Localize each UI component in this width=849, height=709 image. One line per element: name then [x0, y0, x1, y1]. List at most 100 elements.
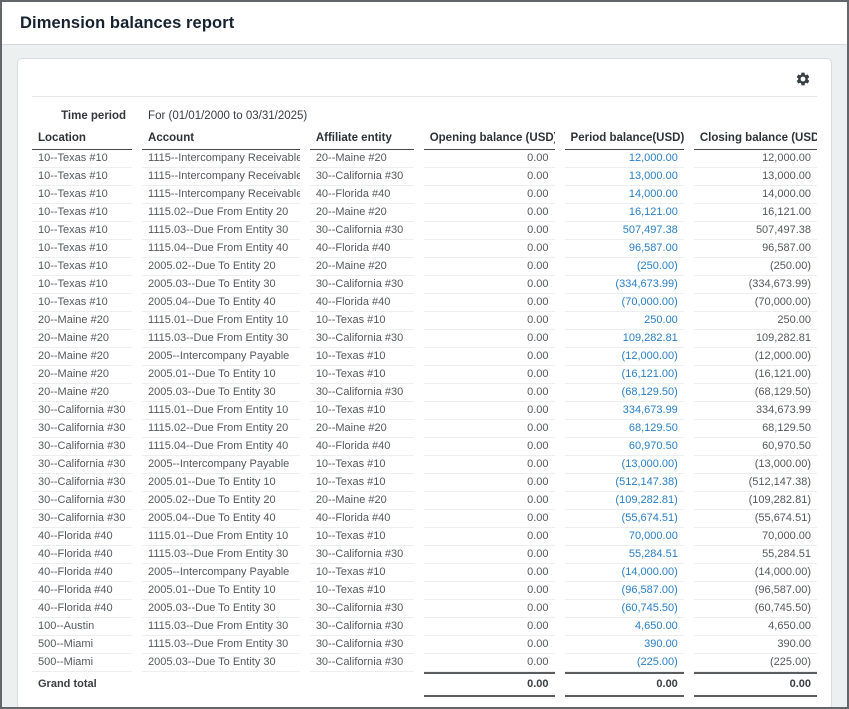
account-cell: 2005.03--Due To Entity 30: [142, 654, 300, 672]
period-balance-link[interactable]: 13,000.00: [565, 168, 684, 186]
period-balance-link[interactable]: 14,000.00: [565, 186, 684, 204]
period-balance-link[interactable]: 12,000.00: [565, 150, 684, 168]
grand-total-spacer: [310, 672, 414, 697]
table-row: 20--Maine #201115.01--Due From Entity 10…: [32, 312, 817, 330]
affiliate-cell: 30--California #30: [310, 330, 414, 348]
location-cell: 20--Maine #20: [32, 366, 132, 384]
period-balance-link[interactable]: (68,129.50): [565, 384, 684, 402]
table-row: 40--Florida #402005.03--Due To Entity 30…: [32, 600, 817, 618]
period-balance-link[interactable]: (13,000.00): [565, 456, 684, 474]
location-cell: 20--Maine #20: [32, 312, 132, 330]
opening-balance-cell: 0.00: [424, 366, 555, 384]
period-balance-link[interactable]: (225.00): [565, 654, 684, 672]
location-cell: 10--Texas #10: [32, 150, 132, 168]
period-balance-link[interactable]: 507,497.38: [565, 222, 684, 240]
account-cell: 1115.03--Due From Entity 30: [142, 546, 300, 564]
table-row: 30--California #301115.02--Due From Enti…: [32, 420, 817, 438]
opening-balance-cell: 0.00: [424, 600, 555, 618]
period-balance-link[interactable]: (60,745.50): [565, 600, 684, 618]
period-balance-link[interactable]: 109,282.81: [565, 330, 684, 348]
opening-balance-cell: 0.00: [424, 618, 555, 636]
period-balance-link[interactable]: 390.00: [565, 636, 684, 654]
account-cell: 2005.03--Due To Entity 30: [142, 276, 300, 294]
location-cell: 100--Austin: [32, 618, 132, 636]
closing-balance-cell: (13,000.00): [694, 456, 817, 474]
affiliate-cell: 10--Texas #10: [310, 366, 414, 384]
report-table: Time period For (01/01/2000 to 03/31/202…: [22, 106, 827, 697]
opening-balance-cell: 0.00: [424, 312, 555, 330]
opening-balance-cell: 0.00: [424, 654, 555, 672]
closing-balance-cell: 334,673.99: [694, 402, 817, 420]
table-row: 40--Florida #402005.01--Due To Entity 10…: [32, 582, 817, 600]
period-balance-link[interactable]: (109,282.81): [565, 492, 684, 510]
opening-balance-cell: 0.00: [424, 474, 555, 492]
period-balance-link[interactable]: 250.00: [565, 312, 684, 330]
period-balance-link[interactable]: (14,000.00): [565, 564, 684, 582]
grand-total-period: 0.00: [565, 672, 684, 697]
period-balance-link[interactable]: (512,147.38): [565, 474, 684, 492]
period-balance-link[interactable]: 96,587.00: [565, 240, 684, 258]
affiliate-cell: 10--Texas #10: [310, 474, 414, 492]
period-balance-link[interactable]: (55,674.51): [565, 510, 684, 528]
closing-balance-cell: (70,000.00): [694, 294, 817, 312]
period-balance-link[interactable]: 334,673.99: [565, 402, 684, 420]
closing-balance-cell: (334,673.99): [694, 276, 817, 294]
table-row: 40--Florida #40 1115.01--Due From Entity …: [32, 528, 817, 546]
grand-total-label: Grand total: [32, 672, 132, 697]
account-cell: 2005--Intercompany Payable: [142, 348, 300, 366]
opening-balance-cell: 0.00: [424, 510, 555, 528]
account-cell: 2005--Intercompany Payable: [142, 456, 300, 474]
closing-balance-cell: 16,121.00: [694, 204, 817, 222]
table-row: 10--Texas #102005.03--Due To Entity 3030…: [32, 276, 817, 294]
period-balance-link[interactable]: (250.00): [565, 258, 684, 276]
table-row: 10--Texas #101115.04--Due From Entity 40…: [32, 240, 817, 258]
location-cell: 30--California #30: [32, 510, 132, 528]
affiliate-cell: 40--Florida #40: [310, 438, 414, 456]
closing-balance-cell: (55,674.51): [694, 510, 817, 528]
opening-balance-cell: 0.00: [424, 582, 555, 600]
affiliate-cell: 30--California #30: [310, 654, 414, 672]
account-cell: 2005--Intercompany Payable: [142, 564, 300, 582]
period-balance-link[interactable]: (70,000.00): [565, 294, 684, 312]
affiliate-cell: 40--Florida #40: [310, 186, 414, 204]
period-balance-link[interactable]: (16,121.00): [565, 366, 684, 384]
main-content: Time period For (01/01/2000 to 03/31/202…: [2, 45, 847, 709]
account-cell: 1115.03--Due From Entity 30: [142, 618, 300, 636]
column-header-row: Location Account Affiliate entity Openin…: [32, 128, 817, 150]
account-cell: 1115.03--Due From Entity 30: [142, 330, 300, 348]
location-cell: 40--Florida #40: [32, 528, 132, 546]
affiliate-cell: 30--California #30: [310, 276, 414, 294]
table-row: 10--Texas #102005.02--Due To Entity 2020…: [32, 258, 817, 276]
closing-balance-cell: 390.00: [694, 636, 817, 654]
location-cell: 500--Miami: [32, 654, 132, 672]
table-row: 10--Texas #101115.03--Due From Entity 30…: [32, 222, 817, 240]
account-cell: 1115.01--Due From Entity 10: [142, 528, 300, 546]
opening-balance-cell: 0.00: [424, 240, 555, 258]
table-row: 20--Maine #20 2005.01--Due To Entity 10 10…: [32, 366, 817, 384]
account-cell: 1115--Intercompany Receivable: [142, 186, 300, 204]
period-balance-link[interactable]: 70,000.00: [565, 528, 684, 546]
closing-balance-cell: 13,000.00: [694, 168, 817, 186]
affiliate-cell: 30--California #30: [310, 168, 414, 186]
time-period-value: For (01/01/2000 to 03/31/2025): [142, 106, 817, 128]
period-balance-link[interactable]: 55,284.51: [565, 546, 684, 564]
settings-button[interactable]: [793, 69, 813, 89]
account-cell: 2005.01--Due To Entity 10: [142, 582, 300, 600]
period-balance-link[interactable]: 60,970.50: [565, 438, 684, 456]
grand-total-closing: 0.00: [694, 672, 817, 697]
period-balance-link[interactable]: 68,129.50: [565, 420, 684, 438]
table-row: 10--Texas #101115--Intercompany Receivab…: [32, 168, 817, 186]
location-cell: 10--Texas #10: [32, 186, 132, 204]
account-cell: 1115.03--Due From Entity 30: [142, 636, 300, 654]
closing-balance-cell: 14,000.00: [694, 186, 817, 204]
closing-balance-cell: (225.00): [694, 654, 817, 672]
opening-balance-cell: 0.00: [424, 186, 555, 204]
period-balance-link[interactable]: 16,121.00: [565, 204, 684, 222]
period-balance-link[interactable]: (96,587.00): [565, 582, 684, 600]
closing-balance-cell: 70,000.00: [694, 528, 817, 546]
page-title: Dimension balances report: [20, 14, 234, 33]
period-balance-link[interactable]: 4,650.00: [565, 618, 684, 636]
period-balance-link[interactable]: (12,000.00): [565, 348, 684, 366]
account-cell: 2005.01--Due To Entity 10: [142, 366, 300, 384]
period-balance-link[interactable]: (334,673.99): [565, 276, 684, 294]
